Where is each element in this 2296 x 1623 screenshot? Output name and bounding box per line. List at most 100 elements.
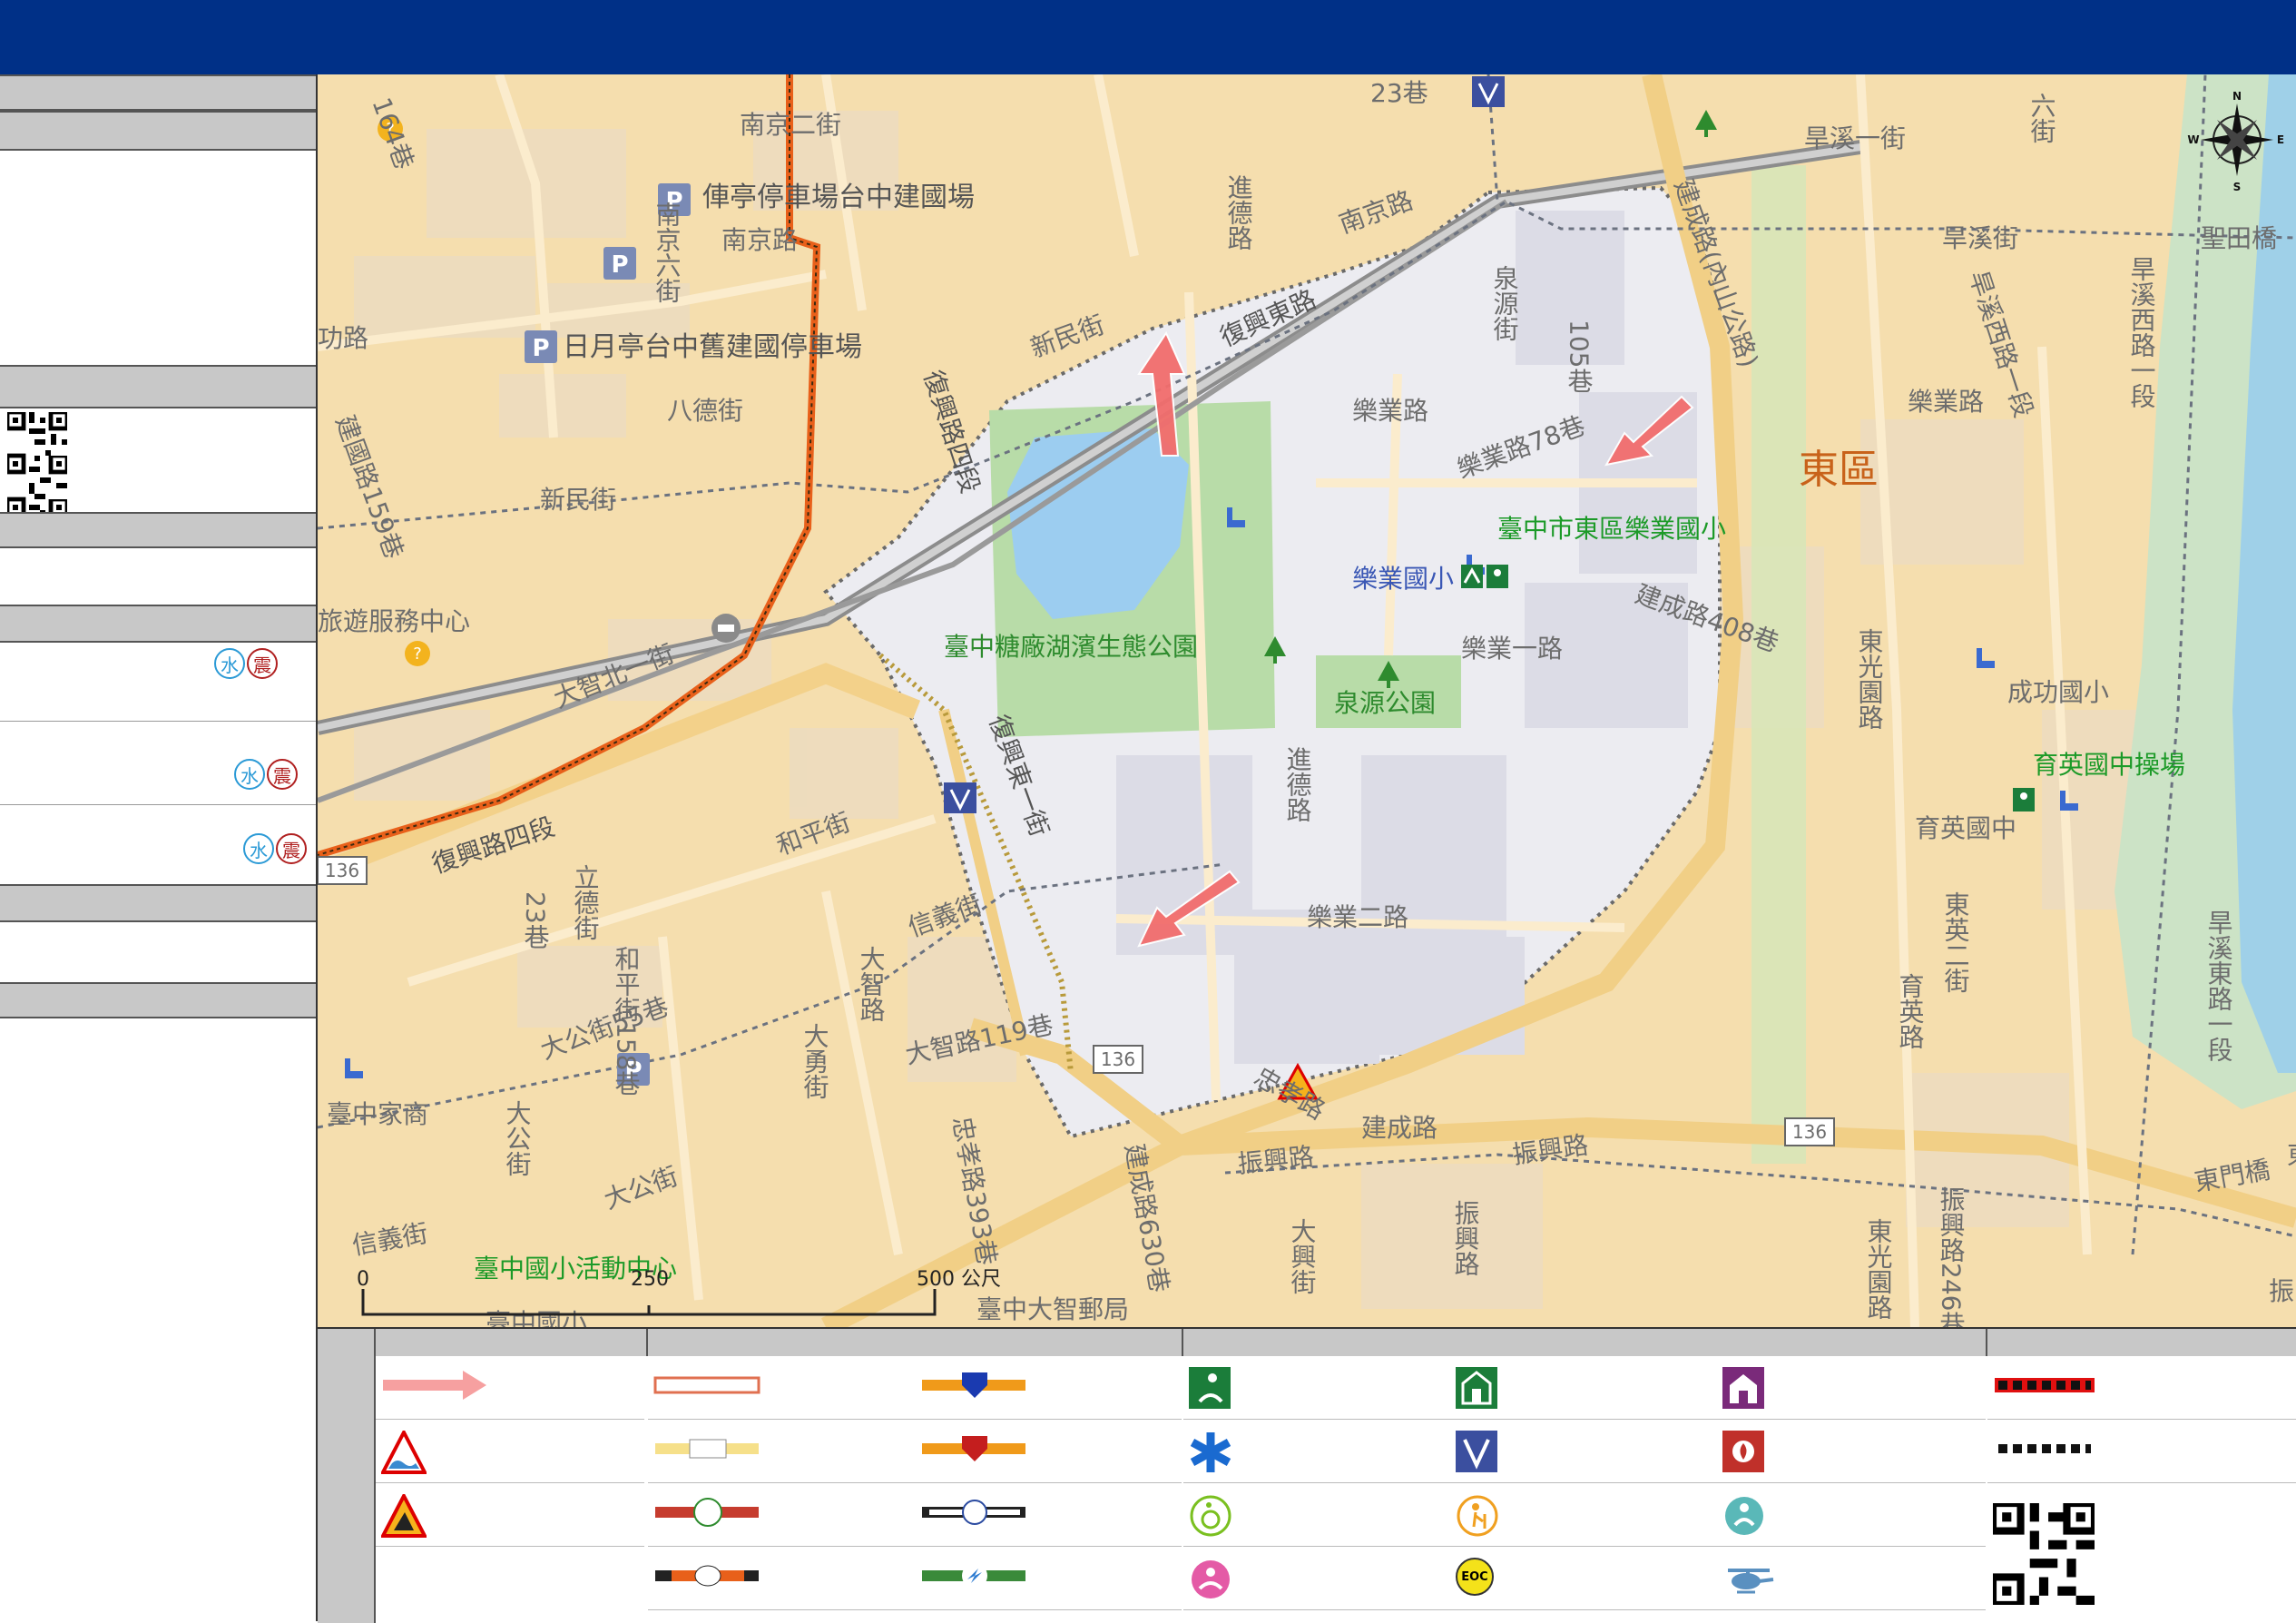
legend-child-care <box>1717 1483 1986 1547</box>
svg-text:樂業一路: 樂業一路 <box>1461 634 1563 664</box>
legend-line-red <box>1987 1356 2296 1420</box>
svg-text:振興路246巷: 振興路246巷 <box>1937 1186 1967 1327</box>
red-dashed-boundary-icon <box>1995 1378 2095 1392</box>
svg-text:東光園路: 東光園路 <box>1864 1218 1894 1320</box>
legend-line-black <box>1987 1420 2296 1483</box>
legend-line-7 <box>915 1483 1182 1547</box>
legend-qr-code[interactable] <box>1988 1499 2099 1609</box>
government-office-icon <box>1722 1367 1764 1409</box>
svg-text:日月亭台中舊建國停車場: 日月亭台中舊建國停車場 <box>563 331 862 363</box>
legend-line-4 <box>648 1547 915 1610</box>
flood-hazard-icon: 水 <box>243 833 274 864</box>
sidebar-header-shelters <box>0 605 316 643</box>
svg-text:P: P <box>532 335 549 362</box>
wheelchair-icon <box>1190 1495 1231 1537</box>
svg-text:南京二街: 南京二街 <box>740 110 841 140</box>
svg-text:建成路: 建成路 <box>1361 1113 1437 1143</box>
scale-tick-0: 0 <box>357 1268 369 1291</box>
elderly-care-icon <box>1457 1495 1498 1537</box>
legend-landslide <box>376 1483 644 1547</box>
police-station-icon <box>1456 1431 1497 1472</box>
legend-side-bar <box>318 1329 376 1623</box>
evacuation-map[interactable]: N S E W P P P P ? ? 136 136 136 南京二街 南京六… <box>318 74 2296 1327</box>
sidebar-header-6 <box>0 884 316 922</box>
svg-text:俥亭停車場台中建國場: 俥亭停車場台中建國場 <box>702 182 975 213</box>
hazard-badges-3: 水 震 <box>243 833 307 864</box>
svg-text:泉源街: 泉源街 <box>1490 265 1520 341</box>
svg-text:振興路: 振興路 <box>1451 1200 1481 1276</box>
svg-text:新民街: 新民街 <box>540 485 616 515</box>
legend-eoc: EOC <box>1450 1547 1717 1610</box>
legend-police <box>1450 1420 1717 1483</box>
compass-s: S <box>2233 181 2242 193</box>
svg-text:聖田橋: 聖田橋 <box>2201 223 2277 253</box>
svg-text:大公街: 大公街 <box>503 1100 533 1176</box>
indoor-shelter-icon <box>1456 1367 1497 1409</box>
svg-text:進德路: 進德路 <box>1224 174 1254 251</box>
svg-text:臺中國小: 臺中國小 <box>486 1308 587 1327</box>
svg-text:臺中家商: 臺中家商 <box>327 1099 428 1129</box>
svg-text:?: ? <box>413 644 422 664</box>
legend-government <box>1717 1356 1986 1420</box>
svg-text:旱溪東路一段: 旱溪東路一段 <box>2204 910 2234 1062</box>
route-shield: 136 <box>318 856 368 885</box>
svg-text:功路: 功路 <box>318 323 368 353</box>
police-icon <box>1472 76 1505 107</box>
sidebar-panel-4 <box>0 548 316 605</box>
qr-code-icon[interactable] <box>1988 1499 2099 1609</box>
legend-header-2 <box>648 1329 1183 1356</box>
svg-text:105巷: 105巷 <box>1565 320 1594 393</box>
svg-text:泉源公園: 泉源公園 <box>1334 688 1436 718</box>
svg-text:八德街: 八德街 <box>667 396 743 426</box>
svg-text:南京路: 南京路 <box>721 225 798 255</box>
svg-text:136: 136 <box>1101 1048 1135 1070</box>
info-icon: ? <box>405 641 430 666</box>
earthquake-hazard-icon: 震 <box>247 648 278 679</box>
shelter-icon <box>1461 565 1483 588</box>
scale-tick-500: 500 公尺 <box>917 1268 1001 1291</box>
map-legend: EOC <box>318 1327 2296 1623</box>
svg-text:旱溪西路一段: 旱溪西路一段 <box>2127 256 2157 408</box>
svg-text:136: 136 <box>1792 1121 1827 1143</box>
svg-text:振: 振 <box>2269 1276 2294 1306</box>
outdoor-refuge-icon <box>1189 1367 1231 1409</box>
route-shield: 136 <box>1093 1045 1143 1074</box>
hazard-badges-1: 水 震 <box>214 648 278 679</box>
svg-text:和平街158巷: 和平街158巷 <box>612 946 642 1097</box>
shelter-entry-2: 水 震 <box>0 723 316 805</box>
svg-text:東學街: 東學街 <box>2287 1140 2296 1170</box>
svg-text:東英二街: 東英二街 <box>1941 891 1971 993</box>
train-station-icon <box>711 614 741 643</box>
railway-icon <box>922 1500 1025 1525</box>
svg-text:樂業路: 樂業路 <box>1352 396 1428 426</box>
legend-header-1 <box>376 1329 648 1356</box>
title-bar <box>0 0 2296 74</box>
svg-text:大智路: 大智路 <box>857 946 887 1022</box>
provincial-road-icon <box>922 1372 1025 1398</box>
legend-medical <box>1183 1420 1450 1483</box>
fire-station-icon <box>1722 1431 1764 1472</box>
sidebar-header-2 <box>0 111 316 151</box>
flood-hazard-icon: 水 <box>214 648 245 679</box>
legend-line-6 <box>915 1420 1182 1483</box>
svg-text:大興街: 大興街 <box>1288 1218 1318 1294</box>
black-dashed-boundary-icon <box>1998 1444 2091 1453</box>
flower-road-icon <box>655 1498 759 1527</box>
hazard-badges-2: 水 震 <box>234 759 298 790</box>
svg-text:進德路: 進德路 <box>1283 746 1313 822</box>
legend-accessible <box>1183 1483 1450 1547</box>
child-care-icon <box>1725 1497 1763 1535</box>
shelter-entry-3: 水 震 <box>0 806 316 884</box>
svg-text:育英路: 育英路 <box>1896 973 1926 1049</box>
parking-icon: P <box>603 247 636 280</box>
svg-text:成功國小: 成功國小 <box>2007 677 2109 707</box>
sidebar-header-qr <box>0 365 316 408</box>
legend-helipad <box>1717 1547 1986 1610</box>
scale-tick-250: 250 <box>631 1268 669 1291</box>
legend-evac-arrow <box>376 1356 644 1420</box>
svg-text:樂業二路: 樂業二路 <box>1307 902 1408 932</box>
svg-text:立德街: 立德街 <box>571 864 601 940</box>
legend-care <box>1183 1547 1450 1610</box>
map-canvas: N S E W P P P P ? ? 136 136 136 南京二街 南京六… <box>318 74 2296 1327</box>
flood-hazard-icon: 水 <box>234 759 265 790</box>
